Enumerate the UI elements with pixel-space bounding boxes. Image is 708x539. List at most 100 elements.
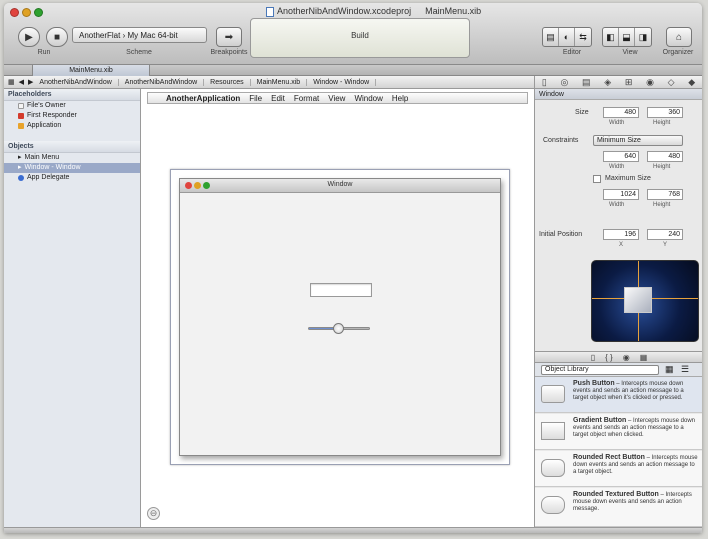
debug-toggle-icon[interactable]: ⬓ (619, 28, 635, 46)
min-height-field[interactable]: 480 (647, 151, 683, 162)
library-item-title: Push Button (573, 380, 615, 387)
main-menu-bar[interactable]: AnotherApplication File Edit Format View… (147, 92, 528, 104)
bindings-inspector-icon[interactable]: ◇ (668, 77, 675, 88)
disclosure-triangle-icon[interactable]: ▸ (18, 153, 22, 163)
preview-window-thumb (624, 287, 652, 313)
identity-inspector-icon[interactable]: ▤ (582, 77, 591, 88)
menu-file[interactable]: File (249, 94, 262, 103)
stop-button[interactable]: ■ (46, 27, 68, 47)
outline-spacer (4, 131, 140, 141)
organizer-button[interactable]: ⌂ (666, 27, 692, 47)
tab-bar: MainMenu.xib (4, 65, 702, 76)
position-y-caption: Y (663, 242, 668, 248)
breadcrumb-resources[interactable]: Resources (208, 78, 251, 86)
menu-edit[interactable]: Edit (271, 94, 285, 103)
menu-help[interactable]: Help (392, 94, 408, 103)
outline-item-main-menu[interactable]: ▸ Main Menu (4, 153, 140, 163)
editor-segmented-control[interactable]: ▤ ◐ ⇆ (542, 27, 592, 47)
outline-item-app-delegate[interactable]: App Delegate (4, 173, 140, 183)
designed-slider[interactable] (308, 323, 370, 334)
min-width-field[interactable]: 640 (603, 151, 639, 162)
navigator-toggle-icon[interactable]: ◧ (603, 28, 619, 46)
library-popup[interactable]: Object Library (541, 365, 659, 375)
object-library-icon[interactable]: ◉ (623, 353, 630, 362)
library-item[interactable]: Rounded Textured Button – Intercepts mou… (535, 488, 702, 527)
menu-app[interactable]: AnotherApplication (166, 94, 240, 103)
grid-view-icon[interactable]: ▦ (665, 364, 674, 375)
inspector-section-header: Window (535, 89, 702, 100)
version-editor-icon[interactable]: ⇆ (575, 28, 591, 46)
file-template-icon[interactable]: ▯ (591, 353, 595, 362)
breadcrumb-group[interactable]: AnotherNibAndWindow (123, 78, 205, 86)
size-inspector-icon[interactable]: ⊞ (625, 77, 633, 88)
connections-inspector-icon[interactable]: ◉ (646, 77, 654, 88)
standard-editor-icon[interactable]: ▤ (543, 28, 559, 46)
quick-help-icon[interactable]: ◎ (560, 77, 568, 88)
width-field[interactable]: 480 (603, 107, 639, 118)
document-title: MainMenu.xib (425, 6, 482, 17)
breakpoint-icon: ➡ (224, 31, 234, 43)
related-items-icon[interactable]: ▦ (8, 78, 15, 86)
constraints-popup[interactable]: Minimum Size (593, 135, 683, 146)
utilities-toggle-icon[interactable]: ◨ (635, 28, 651, 46)
library-item[interactable]: Push Button – Intercepts mouse down even… (535, 377, 702, 413)
window-selection-frame[interactable]: Window (170, 169, 510, 465)
object-icon (18, 175, 24, 181)
menu-window[interactable]: Window (354, 94, 382, 103)
outline-item-files-owner[interactable]: File's Owner (4, 101, 140, 111)
list-view-icon[interactable]: ☰ (681, 364, 689, 375)
assistant-editor-icon[interactable]: ◐ (559, 28, 575, 46)
maximum-size-checkbox[interactable] (593, 175, 601, 183)
outline-item-application[interactable]: Application (4, 121, 140, 131)
menu-format[interactable]: Format (294, 94, 319, 103)
menu-view[interactable]: View (328, 94, 345, 103)
position-x-field[interactable]: 196 (603, 229, 639, 240)
designed-window[interactable]: Window (179, 178, 501, 456)
designed-window-titlebar[interactable]: Window (180, 179, 500, 193)
cube-icon (18, 113, 24, 119)
library-item-text: Gradient Button – Intercepts mouse down … (573, 417, 695, 438)
library-tab-bar: ▯ { } ◉ ▦ (535, 351, 702, 363)
width-caption: Width (609, 120, 625, 126)
document-outline: Placeholders File's Owner First Responde… (4, 89, 141, 533)
back-arrow-icon[interactable]: ◀ (19, 78, 24, 86)
breakpoints-button[interactable]: ➡ (216, 27, 242, 47)
outline-item-first-responder[interactable]: First Responder (4, 111, 140, 121)
maximum-size-label: Maximum Size (605, 175, 651, 182)
position-y-field[interactable]: 240 (647, 229, 683, 240)
minimize-window-button[interactable] (22, 8, 31, 17)
max-width-field[interactable]: 1024 (603, 189, 639, 200)
run-button[interactable]: ▶ (18, 27, 40, 47)
max-height-field[interactable]: 768 (647, 189, 683, 200)
outline-item-window[interactable]: ▸ Window - Window (4, 163, 140, 173)
code-snippet-icon[interactable]: { } (605, 353, 613, 362)
close-window-button[interactable] (10, 8, 19, 17)
view-segmented-control[interactable]: ◧ ⬓ ◨ (602, 27, 652, 47)
designed-text-field[interactable] (310, 283, 372, 297)
slider-knob[interactable] (333, 323, 344, 334)
library-item[interactable]: Gradient Button – Intercepts mouse down … (535, 414, 702, 450)
effects-inspector-icon[interactable]: ◆ (688, 77, 695, 88)
placeholders-header: Placeholders (4, 89, 140, 101)
disclosure-triangle-icon[interactable]: ▸ (18, 163, 22, 173)
tab-mainmenu[interactable]: MainMenu.xib (32, 65, 150, 76)
screen-position-preview[interactable] (591, 260, 699, 342)
media-library-icon[interactable]: ▦ (640, 353, 648, 362)
size-inspector: Window Size 480 360 Width Height Constra… (534, 89, 702, 533)
interface-builder-canvas[interactable]: AnotherApplication File Edit Format View… (141, 89, 534, 533)
height-field[interactable]: 360 (647, 107, 683, 118)
breadcrumb-file[interactable]: MainMenu.xib (255, 78, 308, 86)
scheme-popup[interactable]: AnotherFlat › My Mac 64-bit (72, 27, 207, 43)
zoom-window-button[interactable] (34, 8, 43, 17)
max-height-caption: Height (653, 202, 671, 208)
forward-arrow-icon[interactable]: ▶ (28, 78, 33, 86)
attributes-inspector-icon[interactable]: ◈ (604, 77, 611, 88)
project-file-icon (266, 6, 274, 17)
library-item-text: Push Button – Intercepts mouse down even… (573, 380, 684, 401)
zoom-control[interactable]: ⊖ (147, 507, 160, 520)
library-item[interactable]: Rounded Rect Button – Intercepts mouse d… (535, 451, 702, 487)
breadcrumb-window[interactable]: Window - Window (311, 78, 377, 86)
breadcrumb-project[interactable]: AnotherNibAndWindow (37, 78, 119, 86)
play-icon: ▶ (25, 31, 33, 43)
file-inspector-icon[interactable]: ▯ (542, 77, 547, 88)
